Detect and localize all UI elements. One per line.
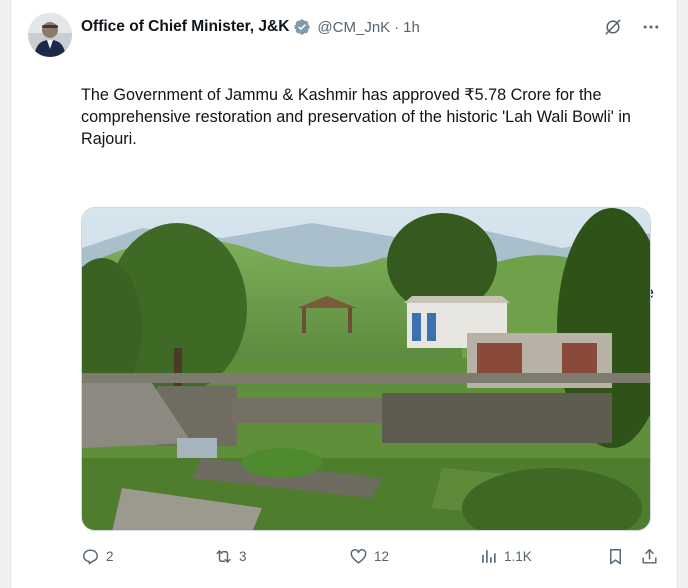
like-count: 12 — [374, 548, 390, 564]
grok-icon[interactable] — [603, 17, 623, 37]
timestamp[interactable]: 1h — [403, 19, 420, 36]
share-button[interactable] — [640, 547, 659, 566]
views-count: 1.1K — [504, 548, 532, 564]
author-handle[interactable]: @CM_JnK — [317, 19, 390, 36]
reply-icon — [83, 548, 98, 564]
tweet-card: Office of Chief Minister, J&K @CM_JnK · … — [10, 0, 678, 588]
author-name[interactable]: Office of Chief Minister, J&K — [81, 18, 289, 36]
views-icon — [482, 549, 496, 563]
reply-count: 2 — [106, 548, 114, 564]
repost-count: 3 — [239, 548, 247, 564]
repost-button[interactable]: 3 — [214, 547, 247, 566]
tweet-media-photo[interactable] — [81, 207, 651, 531]
share-icon — [642, 548, 657, 564]
bookmark-icon — [610, 548, 621, 564]
views-button[interactable]: 1.1K — [479, 547, 532, 566]
reply-button[interactable]: 2 — [81, 547, 114, 566]
bookmark-button[interactable] — [606, 547, 625, 566]
repost-icon — [216, 549, 231, 563]
avatar[interactable] — [28, 13, 72, 57]
tweet-header: Office of Chief Minister, J&K @CM_JnK · … — [81, 16, 661, 38]
like-button[interactable]: 12 — [349, 547, 389, 566]
verified-badge-icon — [294, 19, 311, 35]
tweet-paragraph-1: The Government of Jammu & Kashmir has ap… — [81, 86, 636, 148]
more-icon[interactable] — [641, 17, 661, 37]
tweet-actions: 2 3 12 1.1K — [81, 544, 661, 568]
separator-dot: · — [394, 18, 400, 36]
heart-icon — [350, 548, 367, 564]
